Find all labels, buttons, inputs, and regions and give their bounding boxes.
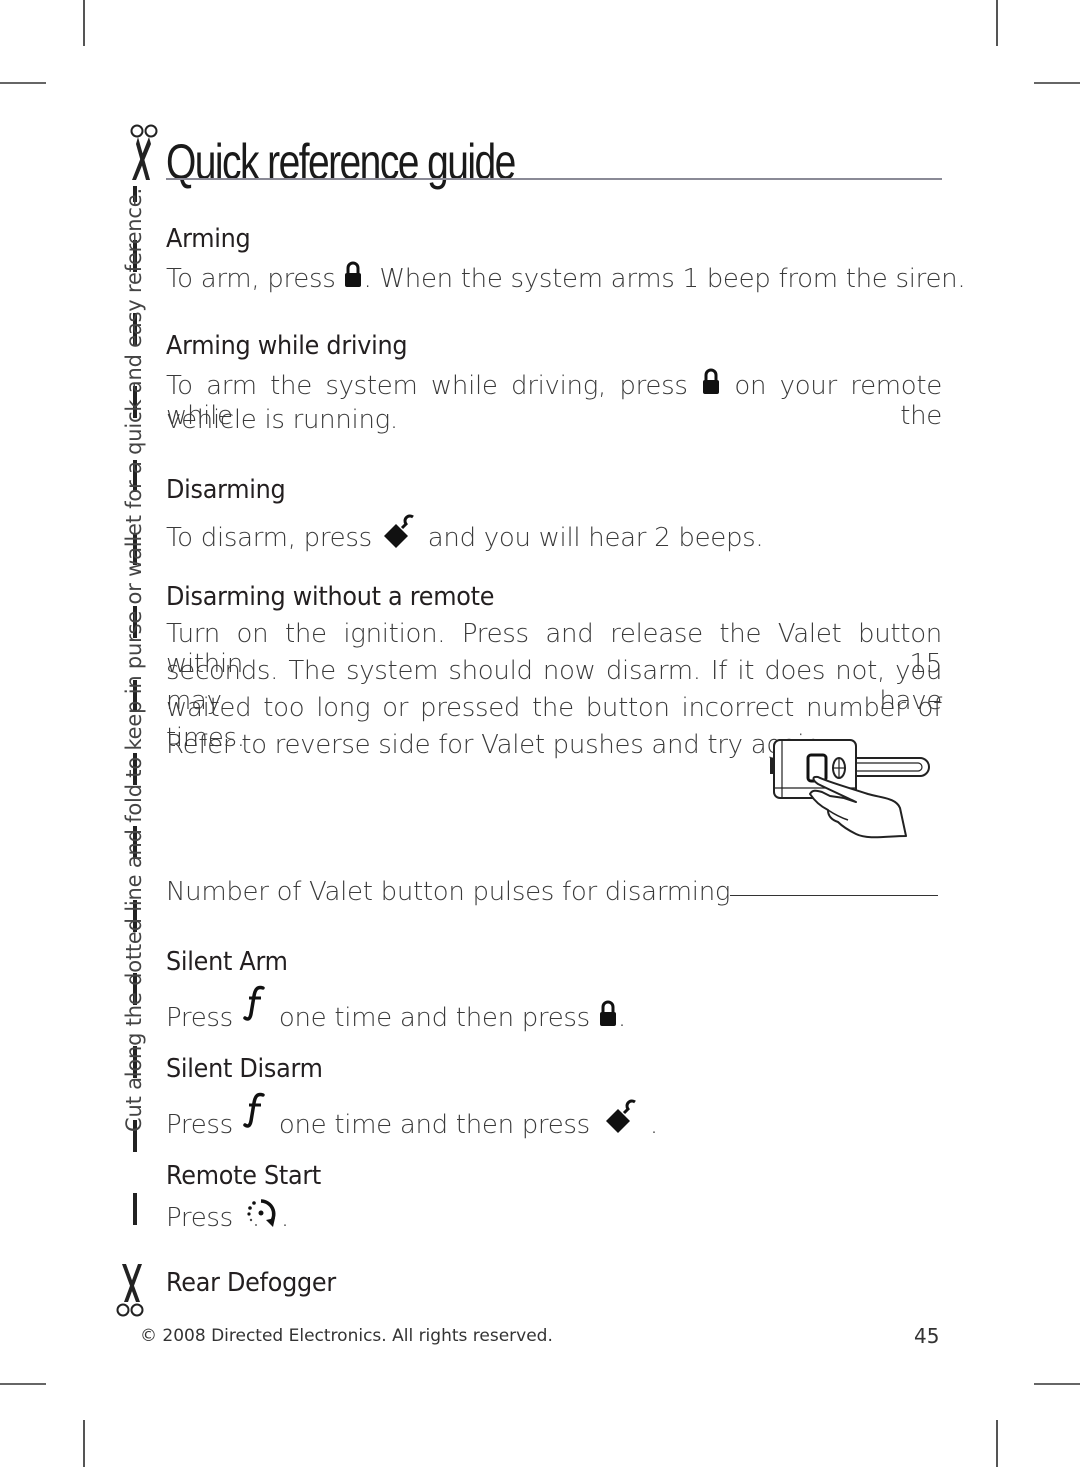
remote-start-icon	[247, 1199, 276, 1227]
valet-pulses-label: Number of Valet button pulses for disarm…	[166, 877, 731, 907]
function-f-icon	[243, 985, 265, 1021]
crop-mark-top-right	[996, 0, 998, 46]
valet-pulses-field: Number of Valet button pulses for disarm…	[166, 877, 939, 907]
crop-mark-right-top	[1034, 82, 1080, 84]
section-heading-rear-defogger: Rear Defogger	[166, 1268, 336, 1298]
copyright: © 2008 Directed Electronics. All rights …	[140, 1326, 553, 1346]
disarming-text: To disarm, press and you will hear 2 bee…	[166, 512, 764, 553]
silent-arm-press: Press	[166, 1003, 241, 1033]
lock-icon	[703, 368, 720, 394]
valet-button-illustration	[770, 739, 930, 839]
valet-pulses-blank[interactable]	[730, 895, 939, 896]
title-rule	[166, 178, 942, 180]
section-heading-remote-start: Remote Start	[166, 1161, 322, 1191]
arming-driving-line2: vehicle is running.	[166, 405, 398, 435]
unlock-icon	[383, 514, 414, 548]
section-heading-silent-arm: Silent Arm	[166, 947, 288, 977]
lock-icon	[599, 1000, 616, 1026]
section-heading-silent-disarm: Silent Disarm	[166, 1054, 323, 1084]
disarming-text-before: To disarm, press	[166, 523, 380, 553]
silent-disarm-end: .	[649, 1110, 658, 1140]
silent-arm-end: .	[617, 1003, 626, 1033]
section-heading-disarming: Disarming	[166, 475, 286, 505]
remote-start-text: Press .	[166, 1198, 289, 1233]
cut-instruction-text: Cut along the dotted line and fold to ke…	[122, 188, 146, 1132]
scissors-icon	[130, 124, 158, 180]
remote-start-press: Press	[166, 1203, 241, 1233]
arming-driving-text-before: To arm the system while driving, press	[166, 371, 702, 401]
section-heading-arming: Arming	[166, 224, 251, 254]
page-title: Quick reference guide	[166, 134, 516, 190]
silent-disarm-press: Press	[166, 1110, 241, 1140]
crop-mark-right-bottom	[1034, 1383, 1080, 1385]
scissors-icon	[116, 1264, 144, 1317]
arming-text-after: . When the system arms 1 beep from the s…	[363, 264, 966, 294]
silent-disarm-middle: one time and then press	[270, 1110, 598, 1140]
arming-text-before: To arm, press	[166, 264, 344, 294]
crop-mark-left-top	[0, 82, 46, 84]
silent-disarm-text: Press one time and then press .	[166, 1091, 658, 1140]
lock-icon	[345, 261, 362, 287]
crop-mark-bottom-left	[83, 1420, 85, 1467]
function-f-icon	[243, 1092, 265, 1128]
disarming-text-after: and you will hear 2 beeps.	[419, 523, 764, 553]
section-heading-arming-while-driving: Arming while driving	[166, 331, 408, 361]
crop-mark-bottom-right	[996, 1420, 998, 1467]
crop-mark-left-bottom	[0, 1383, 46, 1385]
silent-arm-middle: one time and then press	[270, 1003, 598, 1033]
arming-text: To arm, press . When the system arms 1 b…	[166, 261, 966, 294]
page-number: 45	[914, 1324, 940, 1348]
silent-arm-text: Press one time and then press .	[166, 984, 626, 1033]
remote-start-end: .	[280, 1203, 289, 1233]
unlock-icon	[605, 1099, 636, 1133]
section-heading-disarming-without-remote: Disarming without a remote	[166, 582, 495, 612]
disarming-no-remote-line4: Refer to reverse side for Valet pushes a…	[166, 730, 829, 760]
cut-line-dash	[133, 1193, 137, 1225]
crop-mark-top-left	[83, 0, 85, 46]
